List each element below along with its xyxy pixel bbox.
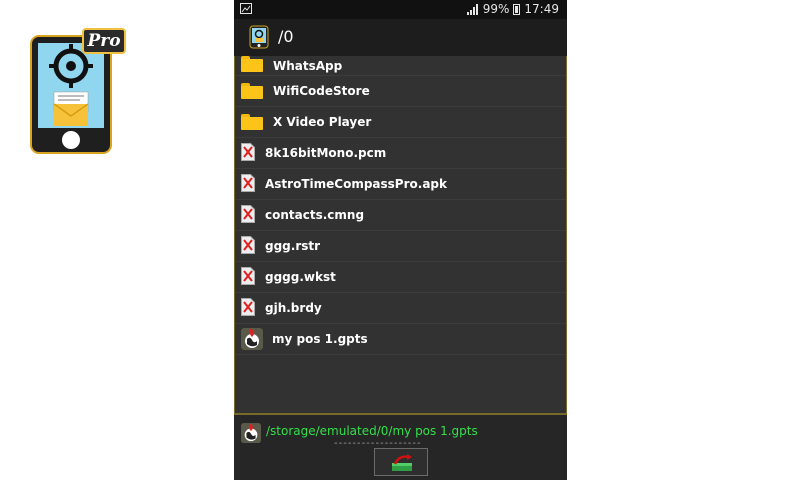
battery-icon <box>513 3 521 15</box>
file-name: WhatsApp <box>273 59 343 73</box>
screenshot-root: Pro 99% 17:49 /0 WhatsApp WifiCodeStore … <box>0 0 800 480</box>
unknown-file-icon <box>241 298 255 316</box>
clock: 17:49 <box>524 2 559 16</box>
load-file-button[interactable] <box>374 448 428 476</box>
app-icon: Pro <box>28 26 128 156</box>
file-name: gggg.wkst <box>265 270 336 284</box>
file-list: WhatsApp WifiCodeStore X Video Player 8k… <box>234 56 567 414</box>
map-pin-file-icon <box>241 328 263 350</box>
phone-screen: 99% 17:49 /0 WhatsApp WifiCodeStore X Vi… <box>234 0 567 480</box>
folder-icon <box>241 114 263 130</box>
status-right: 99% 17:49 <box>466 2 559 16</box>
current-path: /0 <box>278 27 294 46</box>
file-name: contacts.cmng <box>265 208 365 222</box>
file-row-brdy[interactable]: gjh.brdy <box>235 293 566 324</box>
file-name: my pos 1.gpts <box>272 332 368 346</box>
file-row-contacts[interactable]: contacts.cmng <box>235 200 566 231</box>
battery-percentage: 99% <box>482 2 510 16</box>
selection-panel: /storage/emulated/0/my pos 1.gpts ------… <box>234 414 567 480</box>
file-row-gpts[interactable]: my pos 1.gpts <box>235 324 566 355</box>
file-name: WifiCodeStore <box>273 84 370 98</box>
selected-file-path: /storage/emulated/0/my pos 1.gpts <box>266 424 478 438</box>
app-logo-icon[interactable] <box>248 25 270 49</box>
file-name: X Video Player <box>273 115 372 129</box>
file-name: ggg.rstr <box>265 239 321 253</box>
file-row-whatsapp[interactable]: WhatsApp <box>235 56 566 76</box>
file-name: AstroTimeCompassPro.apk <box>265 177 447 191</box>
file-name: gjh.brdy <box>265 301 322 315</box>
file-row-wkst[interactable]: gggg.wkst <box>235 262 566 293</box>
load-file-icon <box>392 454 412 471</box>
file-row-rstr[interactable]: ggg.rstr <box>235 231 566 262</box>
folder-icon <box>241 83 263 99</box>
gallery-notification-icon <box>240 3 252 14</box>
unknown-file-icon <box>241 174 255 192</box>
signal-icon <box>466 3 478 15</box>
status-bar: 99% 17:49 <box>234 0 567 19</box>
file-row-apk[interactable]: AstroTimeCompassPro.apk <box>235 169 566 200</box>
unknown-file-icon <box>241 143 255 161</box>
file-row-x-video-player[interactable]: X Video Player <box>235 107 566 138</box>
toolbar: /0 <box>234 19 567 56</box>
unknown-file-icon <box>241 236 255 254</box>
file-row-wificodestore[interactable]: WifiCodeStore <box>235 76 566 107</box>
unknown-file-icon <box>241 205 255 223</box>
file-row-pcm[interactable]: 8k16bitMono.pcm <box>235 138 566 169</box>
file-name: 8k16bitMono.pcm <box>265 146 387 160</box>
folder-icon <box>241 56 263 72</box>
unknown-file-icon <box>241 267 255 285</box>
pro-badge: Pro <box>82 28 126 54</box>
map-pin-file-icon <box>241 423 261 443</box>
